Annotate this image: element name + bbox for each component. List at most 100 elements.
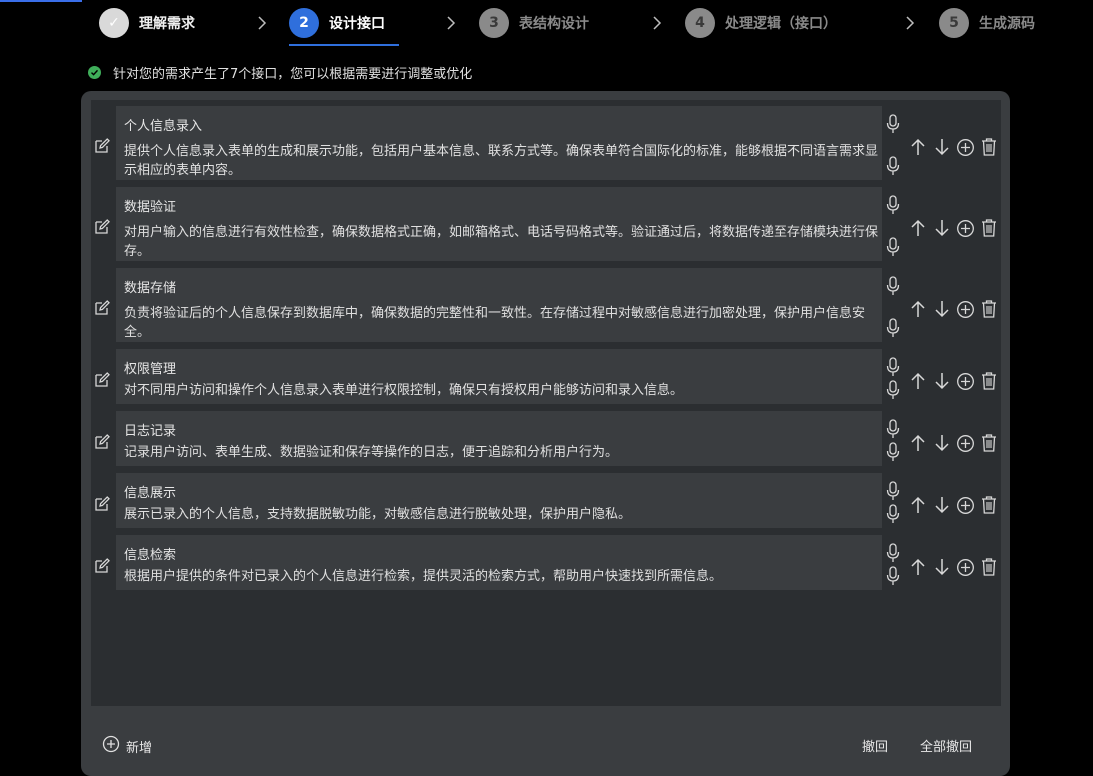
interface-description[interactable]: 提供个人信息录入表单的生成和展示功能，包括用户基本信息、联系方式等。确保表单符合… <box>124 142 882 180</box>
success-check-icon <box>88 66 101 79</box>
trash-icon[interactable] <box>977 370 1001 392</box>
microphone-icon[interactable] <box>886 543 900 563</box>
arrow-up-icon[interactable] <box>906 494 930 516</box>
trash-icon[interactable] <box>977 298 1001 320</box>
interface-row: 数据验证对用户输入的信息进行有效性检查，确保数据格式正确，如邮箱格式、电话号码格… <box>91 187 1001 261</box>
interface-title[interactable]: 权限管理 <box>124 358 176 377</box>
interface-card[interactable]: 信息展示展示已录入的个人信息，支持数据脱敏功能，对敏感信息进行脱敏处理，保护用户… <box>116 473 882 528</box>
undo-button[interactable]: 撤回 <box>862 736 888 755</box>
interface-row: 权限管理对不同用户访问和操作个人信息录入表单进行权限控制，确保只有授权用户能够访… <box>91 349 1001 404</box>
trash-icon[interactable] <box>977 556 1001 578</box>
step-processing-logic[interactable]: 4 处理逻辑（接口） <box>685 7 837 39</box>
edit-icon[interactable] <box>93 137 111 155</box>
edit-icon[interactable] <box>93 433 111 451</box>
arrow-up-icon[interactable] <box>906 217 930 239</box>
trash-icon[interactable] <box>977 432 1001 454</box>
interface-row: 信息展示展示已录入的个人信息，支持数据脱敏功能，对敏感信息进行脱敏处理，保护用户… <box>91 473 1001 528</box>
interface-title[interactable]: 日志记录 <box>124 420 176 439</box>
arrow-down-icon[interactable] <box>930 494 954 516</box>
add-circle-icon[interactable] <box>954 298 978 320</box>
interface-panel: 个人信息录入提供个人信息录入表单的生成和展示功能，包括用户基本信息、联系方式等。… <box>81 91 1010 776</box>
arrow-down-icon[interactable] <box>930 136 954 158</box>
interface-description[interactable]: 负责将验证后的个人信息保存到数据库中，确保数据的完整性和一致性。在存储过程中对敏… <box>124 304 882 342</box>
interface-card[interactable]: 权限管理对不同用户访问和操作个人信息录入表单进行权限控制，确保只有授权用户能够访… <box>116 349 882 404</box>
edit-icon[interactable] <box>93 299 111 317</box>
interface-card[interactable]: 数据存储负责将验证后的个人信息保存到数据库中，确保数据的完整性和一致性。在存储过… <box>116 268 882 342</box>
microphone-icon[interactable] <box>886 114 900 134</box>
add-circle-icon[interactable] <box>954 136 978 158</box>
row-actions <box>906 494 1001 516</box>
interface-card[interactable]: 信息检索根据用户提供的条件对已录入的个人信息进行检索，提供灵活的检索方式，帮助用… <box>116 535 882 590</box>
add-circle-icon[interactable] <box>954 494 978 516</box>
interface-card[interactable]: 日志记录记录用户访问、表单生成、数据验证和保存等操作的日志，便于追踪和分析用户行… <box>116 411 882 466</box>
edit-icon[interactable] <box>93 557 111 575</box>
interface-row: 数据存储负责将验证后的个人信息保存到数据库中，确保数据的完整性和一致性。在存储过… <box>91 268 1001 342</box>
interface-description[interactable]: 展示已录入的个人信息，支持数据脱敏功能，对敏感信息进行脱敏处理，保护用户隐私。 <box>124 505 882 524</box>
arrow-up-icon[interactable] <box>906 370 930 392</box>
microphone-icon[interactable] <box>886 156 900 176</box>
arrow-down-icon[interactable] <box>930 298 954 320</box>
microphone-icon[interactable] <box>886 318 900 338</box>
arrow-down-icon[interactable] <box>930 556 954 578</box>
chevron-right-icon <box>257 14 267 32</box>
microphone-icon[interactable] <box>886 481 900 501</box>
microphone-icon[interactable] <box>886 357 900 377</box>
interface-row: 信息检索根据用户提供的条件对已录入的个人信息进行检索，提供灵活的检索方式，帮助用… <box>91 535 1001 590</box>
arrow-up-icon[interactable] <box>906 556 930 578</box>
trash-icon[interactable] <box>977 217 1001 239</box>
step-understand-requirements[interactable]: ✓ 理解需求 <box>99 7 195 39</box>
interface-description[interactable]: 对用户输入的信息进行有效性检查，确保数据格式正确，如邮箱格式、电话号码格式等。验… <box>124 223 882 261</box>
interface-title[interactable]: 信息检索 <box>124 544 176 563</box>
arrow-down-icon[interactable] <box>930 432 954 454</box>
edit-icon[interactable] <box>93 218 111 236</box>
microphone-icon[interactable] <box>886 442 900 462</box>
step-table-design[interactable]: 3 表结构设计 <box>479 7 589 39</box>
microphone-icon[interactable] <box>886 419 900 439</box>
interface-description[interactable]: 记录用户访问、表单生成、数据验证和保存等操作的日志，便于追踪和分析用户行为。 <box>124 443 882 462</box>
interface-card[interactable]: 数据验证对用户输入的信息进行有效性检查，确保数据格式正确，如邮箱格式、电话号码格… <box>116 187 882 261</box>
arrow-down-icon[interactable] <box>930 217 954 239</box>
trash-icon[interactable] <box>977 136 1001 158</box>
add-circle-icon[interactable] <box>954 370 978 392</box>
row-actions <box>906 298 1001 320</box>
undo-all-button[interactable]: 全部撤回 <box>920 736 972 755</box>
microphone-icon[interactable] <box>886 380 900 400</box>
add-interface-button[interactable]: 新增 <box>102 735 152 757</box>
interface-title[interactable]: 信息展示 <box>124 482 176 501</box>
add-circle-icon[interactable] <box>954 432 978 454</box>
message-text: 针对您的需求产生了7个接口，您可以根据需要进行调整或优化 <box>113 67 473 82</box>
step-number-badge: 5 <box>939 8 969 38</box>
add-circle-icon[interactable] <box>954 556 978 578</box>
edit-icon[interactable] <box>93 495 111 513</box>
step-number-badge: 3 <box>479 8 509 38</box>
interface-list: 个人信息录入提供个人信息录入表单的生成和展示功能，包括用户基本信息、联系方式等。… <box>91 100 1001 706</box>
arrow-down-icon[interactable] <box>930 370 954 392</box>
row-actions <box>906 556 1001 578</box>
microphone-icon[interactable] <box>886 276 900 296</box>
step-design-interfaces[interactable]: 2 设计接口 <box>289 7 385 39</box>
add-circle-icon[interactable] <box>954 217 978 239</box>
arrow-up-icon[interactable] <box>906 432 930 454</box>
arrow-up-icon[interactable] <box>906 298 930 320</box>
interface-description[interactable]: 根据用户提供的条件对已录入的个人信息进行检索，提供灵活的检索方式，帮助用户快速找… <box>124 567 882 586</box>
arrow-up-icon[interactable] <box>906 136 930 158</box>
microphone-icon[interactable] <box>886 195 900 215</box>
microphone-icon[interactable] <box>886 504 900 524</box>
interface-row: 日志记录记录用户访问、表单生成、数据验证和保存等操作的日志，便于追踪和分析用户行… <box>91 411 1001 466</box>
interface-description[interactable]: 对不同用户访问和操作个人信息录入表单进行权限控制，确保只有授权用户能够访问和录入… <box>124 381 882 400</box>
interface-title[interactable]: 数据验证 <box>124 196 176 215</box>
row-actions <box>906 136 1001 158</box>
step-label: 生成源码 <box>979 16 1035 32</box>
interface-title[interactable]: 数据存储 <box>124 277 176 296</box>
microphone-icon[interactable] <box>886 237 900 257</box>
interface-card[interactable]: 个人信息录入提供个人信息录入表单的生成和展示功能，包括用户基本信息、联系方式等。… <box>116 106 882 180</box>
edit-icon[interactable] <box>93 371 111 389</box>
step-check-icon: ✓ <box>99 8 129 38</box>
trash-icon[interactable] <box>977 494 1001 516</box>
interface-title[interactable]: 个人信息录入 <box>124 115 202 134</box>
step-generate-source[interactable]: 5 生成源码 <box>939 7 1035 39</box>
step-number-badge: 4 <box>685 8 715 38</box>
step-label: 处理逻辑（接口） <box>725 16 837 32</box>
chevron-right-icon <box>446 14 456 32</box>
microphone-icon[interactable] <box>886 566 900 586</box>
